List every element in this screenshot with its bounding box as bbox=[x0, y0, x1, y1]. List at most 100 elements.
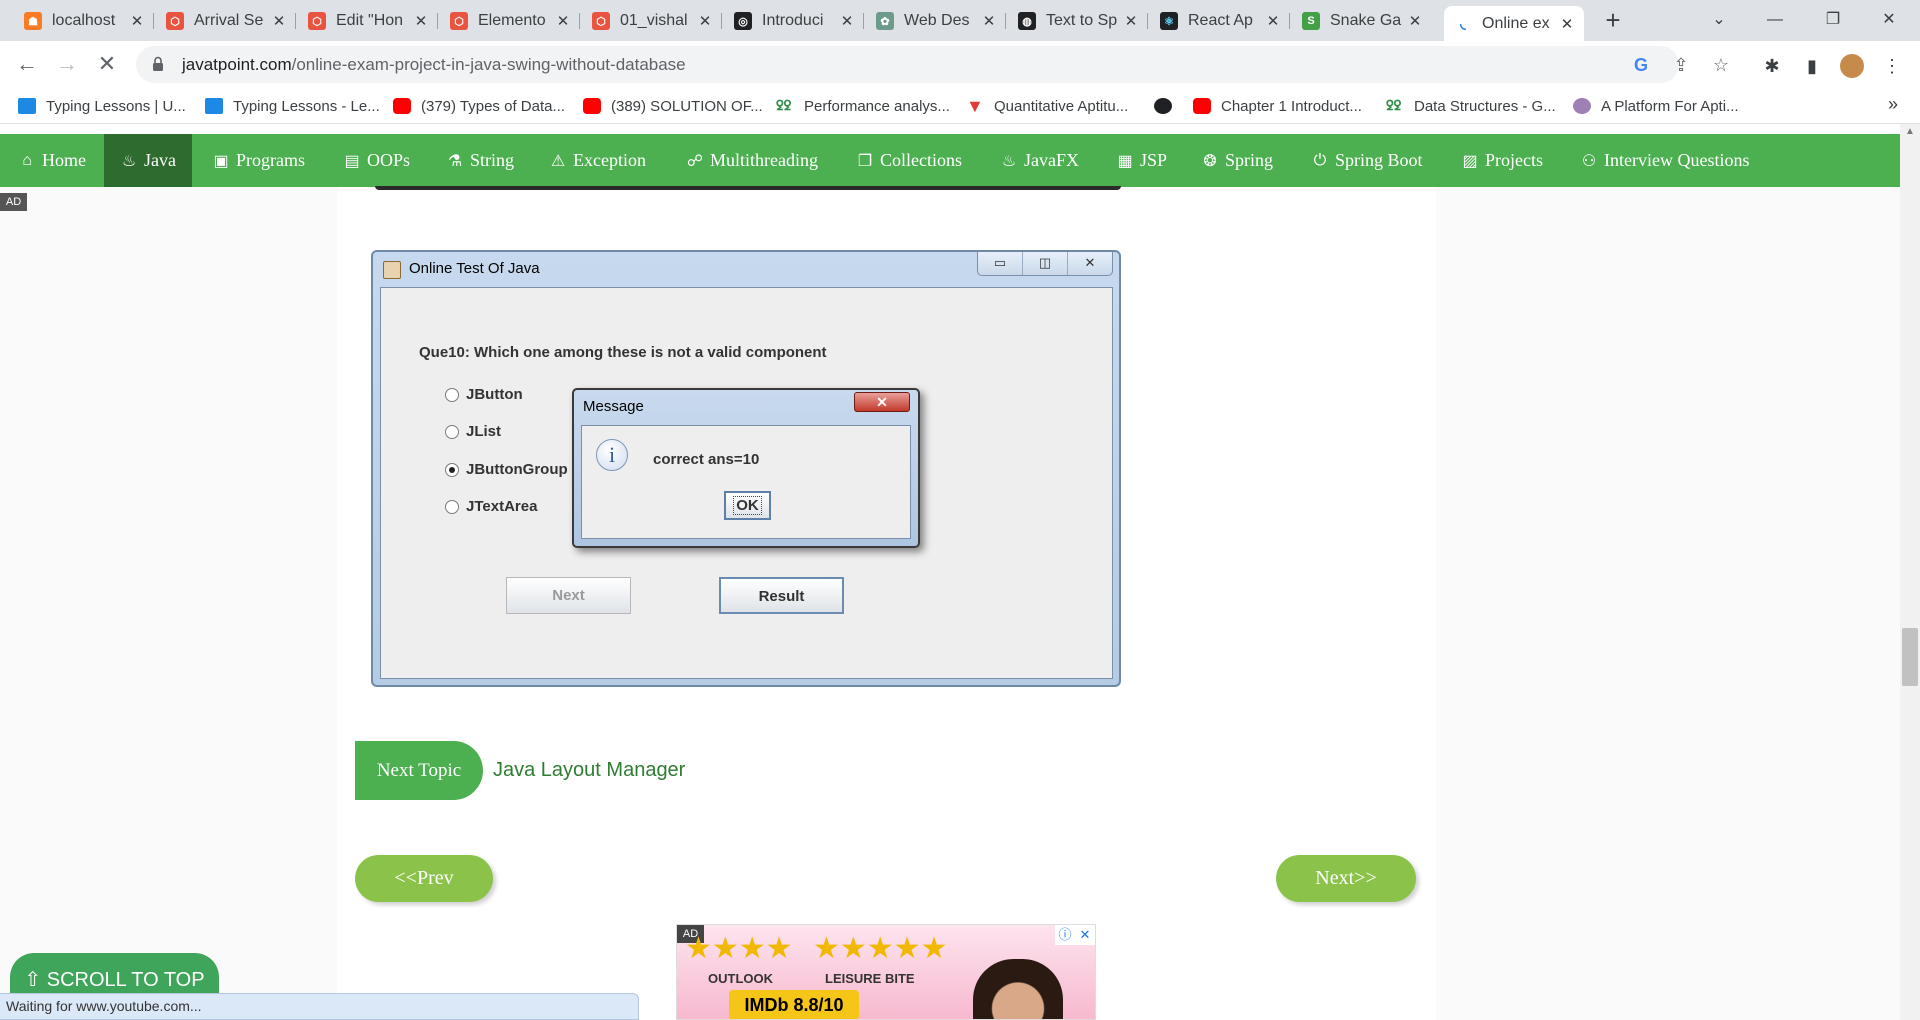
scrollbar-track[interactable] bbox=[1900, 124, 1920, 1020]
bookmark-item[interactable]: Typing Lessons | U... bbox=[18, 96, 186, 116]
bookmark-item[interactable]: ꝿꝿ Performance analys... bbox=[776, 96, 950, 116]
nav-item-collections[interactable]: ❐ Collections bbox=[856, 134, 962, 187]
stop-icon[interactable]: ✕ bbox=[92, 49, 122, 79]
nav-item-multithreading[interactable]: ☍ Multithreading bbox=[686, 134, 818, 187]
next-page-button[interactable]: Next>> bbox=[1276, 855, 1416, 902]
browser-tab[interactable]: ⬡ 01_vishal ✕ bbox=[582, 6, 722, 36]
browser-tab[interactable]: ⚛ React Ap ✕ bbox=[1150, 6, 1290, 36]
ad-controls[interactable]: ⓘ ✕ bbox=[1055, 925, 1095, 945]
bookmark-item[interactable]: A Platform For Apti... bbox=[1573, 96, 1739, 116]
nav-item-interview-questions[interactable]: ⚇ Interview Questions bbox=[1580, 134, 1750, 187]
close-icon[interactable]: ✕ bbox=[840, 12, 854, 30]
flask-icon: ⚗ bbox=[447, 152, 463, 170]
profile-avatar[interactable] bbox=[1840, 54, 1864, 78]
restore-icon[interactable]: ❐ bbox=[1810, 0, 1856, 40]
browser-tab[interactable]: ◍ Text to Sp ✕ bbox=[1008, 6, 1148, 36]
bookmark-item[interactable]: (379) Types of Data... bbox=[393, 96, 565, 116]
info-icon: i bbox=[596, 439, 628, 471]
close-icon[interactable]: ✕ bbox=[1560, 15, 1574, 33]
tab-strip: ☗ localhost ✕ ⬡ Arrival Se ✕ ⬡ Edit "Hon… bbox=[0, 0, 1920, 41]
youtube-icon bbox=[583, 98, 601, 114]
dialog-message: correct ans=10 bbox=[653, 451, 760, 468]
youtube-icon bbox=[393, 98, 411, 114]
nav-item-spring[interactable]: ❂ Spring bbox=[1201, 134, 1273, 187]
bookmark-item[interactable]: Typing Lessons - Le... bbox=[205, 96, 380, 116]
close-icon: ✕ bbox=[1084, 255, 1096, 270]
home-icon: ⌂ bbox=[22, 151, 32, 169]
share-icon[interactable]: ⇪ bbox=[1670, 54, 1692, 76]
bookmark-item[interactable]: ▼ Quantitative Aptitu... bbox=[966, 96, 1128, 116]
browser-tab[interactable]: ⬡ Elemento ✕ bbox=[440, 6, 580, 36]
browser-tab[interactable]: ◎ Introduci ✕ bbox=[724, 6, 864, 36]
imdb-rating: IMDb 8.8/10 bbox=[729, 990, 859, 1019]
back-icon[interactable]: ← bbox=[12, 49, 42, 79]
bookmark-item[interactable]: Chapter 1 Introduct... bbox=[1193, 96, 1362, 116]
tab-search-icon[interactable]: ⌄ bbox=[1696, 0, 1742, 40]
bookmark-item[interactable]: (389) SOLUTION OF... bbox=[583, 96, 763, 116]
browser-tab[interactable]: ☗ localhost ✕ bbox=[14, 6, 154, 36]
bookmark-item[interactable] bbox=[1154, 96, 1182, 116]
close-window-icon[interactable]: ✕ bbox=[1866, 0, 1912, 40]
react-icon: ⚛ bbox=[1160, 12, 1178, 30]
sidepanel-icon[interactable]: ▮ bbox=[1800, 54, 1824, 78]
menu-icon[interactable]: ⋮ bbox=[1880, 54, 1904, 78]
address-bar[interactable]: javatpoint.com/online-exam-project-in-ja… bbox=[136, 46, 1729, 83]
scroll-up-icon[interactable]: ▲ bbox=[1900, 126, 1920, 142]
globe-icon: ◍ bbox=[1018, 12, 1036, 30]
nav-item-javafx[interactable]: ♨ JavaFX bbox=[1000, 134, 1079, 187]
radio-icon bbox=[445, 499, 459, 514]
browser-tab-active[interactable]: ◟ Online ex ✕ bbox=[1444, 6, 1584, 41]
nav-item-java[interactable]: ♨ Java bbox=[104, 134, 192, 187]
nav-item-oops[interactable]: ▤ OOPs bbox=[343, 134, 410, 187]
close-icon[interactable]: ✕ bbox=[1124, 12, 1138, 30]
close-icon[interactable]: ✕ bbox=[1266, 12, 1280, 30]
new-tab-button[interactable]: + bbox=[1598, 6, 1628, 36]
codepen-icon: ⬡ bbox=[166, 12, 184, 30]
browser-tab[interactable]: S Snake Ga ✕ bbox=[1292, 6, 1432, 36]
prev-page-button[interactable]: <<Prev bbox=[355, 855, 493, 902]
minimize-icon[interactable]: — bbox=[1752, 0, 1798, 40]
forward-icon[interactable]: → bbox=[52, 49, 82, 79]
next-topic-link[interactable]: Java Layout Manager bbox=[493, 759, 685, 782]
dialog-ok-button: OK bbox=[724, 491, 771, 520]
warning-icon: ⚠ bbox=[550, 152, 566, 170]
javatpoint-icon: ◟ bbox=[1460, 15, 1466, 31]
close-icon[interactable]: ✕ bbox=[1408, 12, 1422, 30]
nav-item-exception[interactable]: ⚠ Exception bbox=[549, 134, 646, 187]
nav-item-string[interactable]: ⚗ String bbox=[446, 134, 514, 187]
nav-item-spring-boot[interactable]: ⏻ Spring Boot bbox=[1311, 134, 1423, 187]
browser-tab[interactable]: ✿ Web Des ✕ bbox=[866, 6, 1006, 36]
nav-item-programs[interactable]: ▣ Programs bbox=[212, 134, 305, 187]
nav-item-jsp[interactable]: ▦ JSP bbox=[1116, 134, 1167, 187]
bookmarks-overflow-icon[interactable]: » bbox=[1888, 94, 1898, 115]
typing-icon bbox=[18, 98, 36, 114]
site-nav: ⌂ Home ♨ Java ▣ Programs ▤ OOPs ⚗ String ⚠ Exc… bbox=[0, 134, 1920, 187]
extensions-icon[interactable]: ✱ bbox=[1760, 54, 1784, 78]
option-radio-selected: JButtonGroup bbox=[445, 461, 568, 478]
globe-icon bbox=[1154, 98, 1172, 114]
indiabix-icon: ▼ bbox=[966, 96, 984, 116]
option-radio: JTextArea bbox=[445, 498, 537, 515]
close-icon[interactable]: ✕ bbox=[130, 12, 144, 30]
nav-item-projects[interactable]: ▨ Projects bbox=[1461, 134, 1543, 187]
nav-item-home[interactable]: ⌂ Home bbox=[18, 134, 86, 187]
next-topic-label: Next Topic bbox=[355, 741, 483, 800]
scrollbar-thumb[interactable] bbox=[1902, 628, 1918, 686]
codepen-icon: ⬡ bbox=[308, 12, 326, 30]
advertisement[interactable]: AD ⓘ ✕ ★★★★ ★★★★★ OUTLOOK LEISURE BITE IM… bbox=[676, 924, 1096, 1020]
close-icon[interactable]: ✕ bbox=[556, 12, 570, 30]
close-icon[interactable]: ✕ bbox=[272, 12, 286, 30]
bookmark-item[interactable]: ꝿꝿ Data Structures - G... bbox=[1386, 96, 1556, 116]
close-icon[interactable]: ✕ bbox=[414, 12, 428, 30]
question-text: Que10: Which one among these is not a va… bbox=[419, 344, 827, 361]
ad-info-icon[interactable]: ⓘ bbox=[1055, 925, 1075, 945]
close-icon[interactable]: ✕ bbox=[698, 12, 712, 30]
close-icon[interactable]: ✕ bbox=[982, 12, 996, 30]
google-icon[interactable]: G bbox=[1630, 54, 1652, 76]
lock-icon bbox=[153, 56, 163, 71]
rating-stars-icon: ★★★★ bbox=[685, 932, 793, 965]
close-icon[interactable]: ✕ bbox=[1075, 925, 1095, 945]
browser-tab[interactable]: ⬡ Edit "Hon ✕ bbox=[298, 6, 438, 36]
star-icon[interactable]: ☆ bbox=[1710, 54, 1732, 76]
browser-tab[interactable]: ⬡ Arrival Se ✕ bbox=[156, 6, 296, 36]
